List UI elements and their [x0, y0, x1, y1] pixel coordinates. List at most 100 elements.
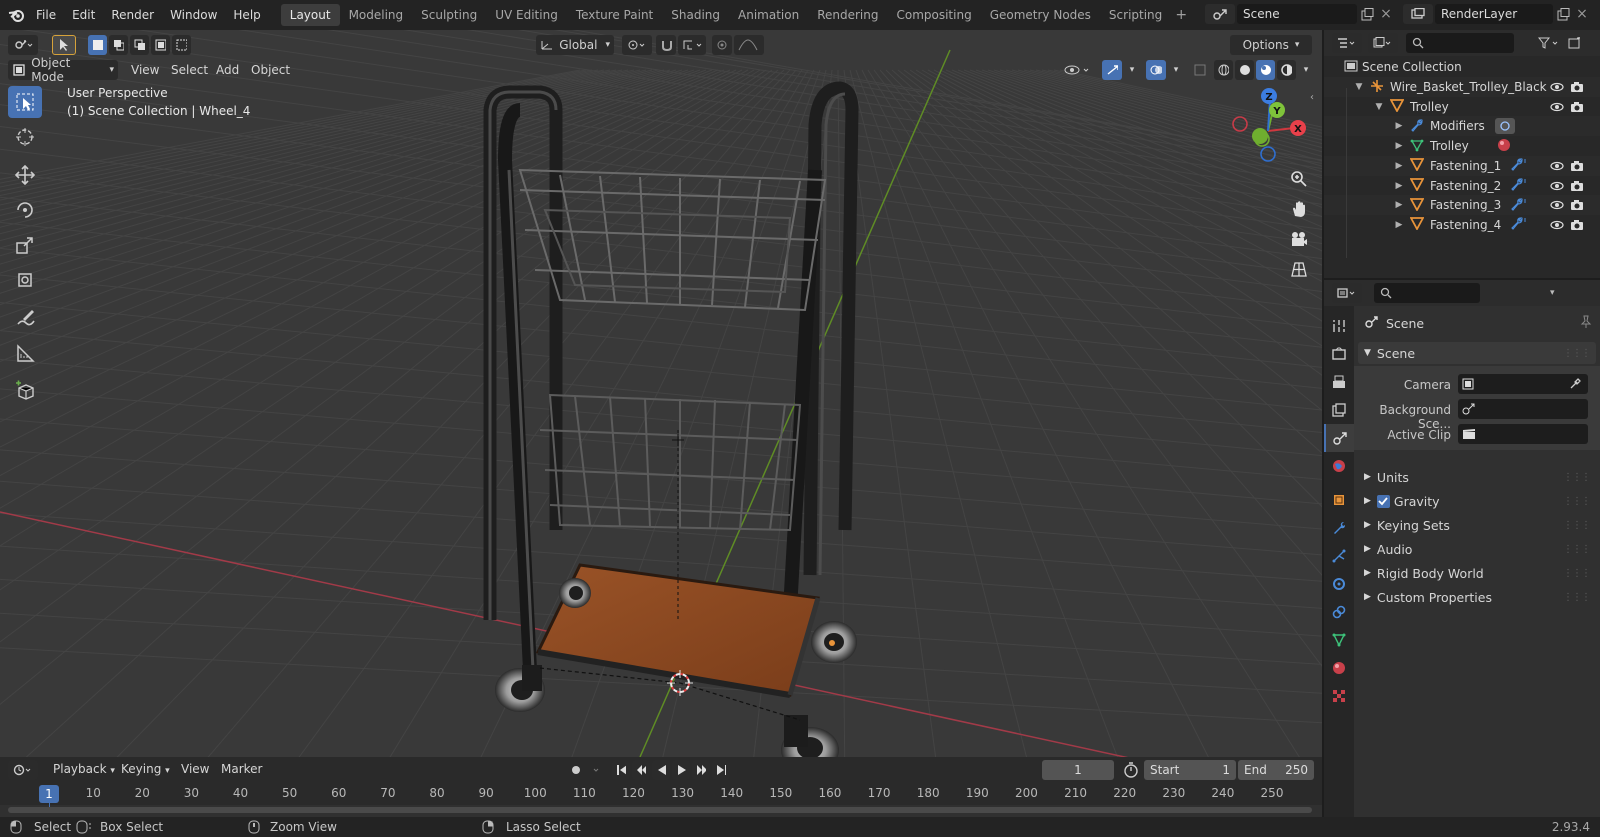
gravity-checkbox[interactable]	[1376, 494, 1390, 508]
falloff-dropdown[interactable]	[734, 34, 764, 55]
tab-modeling[interactable]: Modeling	[340, 4, 413, 26]
add-cube-tool-icon[interactable]	[8, 375, 42, 407]
tab-sculpting[interactable]: Sculpting	[412, 4, 486, 26]
transform-orientation-dropdown[interactable]: Global ▾	[536, 34, 614, 55]
select-box-tool-icon[interactable]	[8, 86, 42, 118]
mode-dropdown[interactable]: Object Mode ▾	[8, 56, 118, 84]
wheel-rear-right[interactable]	[811, 621, 857, 663]
modifier-wrench-icon[interactable]	[1510, 197, 1528, 214]
tab-compositing[interactable]: Compositing	[887, 4, 980, 26]
drag-handle-icon[interactable]: ⋮⋮⋮	[1563, 348, 1591, 359]
material-badge-icon[interactable]	[1497, 138, 1511, 155]
jump-to-keyframe-forward-icon[interactable]	[692, 760, 710, 780]
snap-toggle-icon[interactable]	[656, 34, 676, 55]
world-tab-icon[interactable]	[1324, 452, 1354, 480]
outliner-row[interactable]: ▶ Modifiers	[1324, 116, 1600, 137]
outliner-row[interactable]: ▼ Wire_Basket_Trolley_Black	[1324, 77, 1600, 97]
background-scene-field[interactable]	[1458, 399, 1588, 419]
render-camera-icon[interactable]	[1570, 179, 1584, 193]
drag-handle-icon[interactable]: ⋮⋮⋮	[1563, 592, 1591, 603]
select-intersect-icon[interactable]	[172, 34, 191, 55]
current-frame-field[interactable]: 1	[1042, 760, 1114, 780]
select-extend-icon[interactable]	[109, 34, 128, 55]
zoom-view-icon[interactable]	[1286, 166, 1312, 192]
chevron-right-icon[interactable]: ▶	[1394, 121, 1404, 131]
display-mode-icon[interactable]	[1368, 33, 1398, 53]
editor-type-button[interactable]	[8, 34, 38, 55]
visibility-eye-icon[interactable]	[1550, 80, 1564, 94]
object-data-tab-icon[interactable]	[1324, 626, 1354, 654]
tab-layout[interactable]: Layout	[280, 4, 340, 26]
play-reverse-icon[interactable]	[652, 760, 670, 780]
scene-selector[interactable]: Scene ×	[1205, 4, 1395, 24]
delete-scene-icon[interactable]: ×	[1377, 6, 1395, 22]
select-subtract-icon[interactable]	[130, 34, 149, 55]
proportional-edit-icon[interactable]	[712, 34, 732, 55]
navigation-gizmo[interactable]: X Y Z	[1228, 86, 1318, 166]
scene-name-field[interactable]: Scene	[1237, 4, 1357, 24]
timeline-menu-marker[interactable]: Marker	[214, 762, 269, 776]
timeline-editor-type-icon[interactable]	[8, 760, 38, 780]
material-tab-icon[interactable]	[1324, 654, 1354, 682]
properties-search-input[interactable]	[1374, 283, 1480, 303]
view-layer-selector[interactable]: RenderLayer ×	[1403, 4, 1591, 24]
tab-texture-paint[interactable]: Texture Paint	[567, 4, 662, 26]
drag-handle-icon[interactable]: ⋮⋮⋮	[1563, 544, 1591, 555]
timeline-menu-playback[interactable]: Playback ▾	[46, 762, 122, 776]
copy-scene-icon[interactable]	[1357, 4, 1377, 24]
object-tab-icon[interactable]	[1324, 486, 1354, 514]
render-camera-icon[interactable]	[1570, 198, 1584, 212]
solid-shading-icon[interactable]	[1235, 59, 1254, 80]
rotate-tool-icon[interactable]	[8, 194, 42, 226]
tab-rendering[interactable]: Rendering	[808, 4, 887, 26]
stopwatch-icon[interactable]	[1122, 761, 1140, 782]
modifier-wrench-icon[interactable]	[1510, 157, 1528, 174]
outliner-search-input[interactable]	[1406, 33, 1514, 53]
timeline-menu-keying[interactable]: Keying ▾	[114, 762, 177, 776]
orthographic-toggle-icon[interactable]	[1286, 256, 1312, 282]
render-camera-icon[interactable]	[1570, 80, 1584, 94]
outliner-row[interactable]: ▶ Trolley	[1324, 136, 1600, 156]
chevron-down-icon[interactable]: ▼	[1354, 82, 1364, 92]
keying-sets-section[interactable]: ▶ Keying Sets ⋮⋮⋮	[1358, 514, 1596, 536]
menu-edit[interactable]: Edit	[64, 4, 103, 26]
blender-logo-icon[interactable]	[6, 4, 28, 26]
visibility-dropdown[interactable]	[1064, 63, 1092, 77]
chevron-right-icon[interactable]: ▶	[1394, 181, 1404, 191]
measure-tool-icon[interactable]	[8, 337, 42, 369]
drag-handle-icon[interactable]: ⋮⋮⋮	[1563, 520, 1591, 531]
tool-tab-icon[interactable]	[1324, 312, 1354, 340]
outliner-row[interactable]: ▶ Fastening_2	[1324, 176, 1600, 196]
timeline-ruler[interactable]: 1 10 20 30 40 50 60 70 80 90 100 110 120 130 140 150 160…	[0, 783, 1322, 809]
3d-viewport[interactable]: Global ▾ Options ▾ Object Mode ▾ View Se…	[0, 30, 1322, 757]
jump-to-keyframe-back-icon[interactable]	[632, 760, 650, 780]
tab-shading[interactable]: Shading	[662, 4, 729, 26]
modifier-wrench-icon[interactable]	[1510, 177, 1528, 194]
visibility-eye-icon[interactable]	[1550, 218, 1564, 232]
overlays-toggle-icon[interactable]	[1146, 59, 1166, 80]
custom-properties-section[interactable]: ▶ Custom Properties ⋮⋮⋮	[1358, 586, 1596, 608]
wireframe-shading-icon[interactable]	[1214, 59, 1233, 80]
render-camera-icon[interactable]	[1570, 100, 1584, 114]
chevron-right-icon[interactable]: ▶	[1394, 200, 1404, 210]
move-tool-icon[interactable]	[8, 159, 42, 191]
gizmo-toggle-icon[interactable]	[1102, 59, 1122, 80]
jump-to-start-icon[interactable]	[612, 760, 630, 780]
menu-file[interactable]: File	[28, 4, 64, 26]
outliner-editor-type-icon[interactable]	[1332, 33, 1362, 53]
scale-tool-icon[interactable]	[8, 229, 42, 261]
eyedropper-icon[interactable]	[1570, 377, 1582, 392]
outliner-row[interactable]: ▶ Fastening_3	[1324, 195, 1600, 216]
visibility-eye-icon[interactable]	[1550, 179, 1564, 193]
viewport-menu-add[interactable]: Add	[209, 63, 246, 77]
options-dropdown[interactable]: Options ▾	[1230, 34, 1312, 55]
xray-toggle-icon[interactable]	[1190, 60, 1210, 80]
wheel-front-right[interactable]	[781, 715, 839, 757]
material-shading-icon[interactable]	[1256, 59, 1275, 80]
modifier-tab-icon[interactable]	[1324, 514, 1354, 542]
visibility-eye-icon[interactable]	[1550, 159, 1564, 173]
wheel-front-left[interactable]	[495, 665, 545, 712]
snap-target-dropdown[interactable]	[678, 34, 706, 55]
viewport-menu-select[interactable]: Select	[164, 63, 215, 77]
view-layer-browse-icon[interactable]	[1403, 4, 1433, 24]
